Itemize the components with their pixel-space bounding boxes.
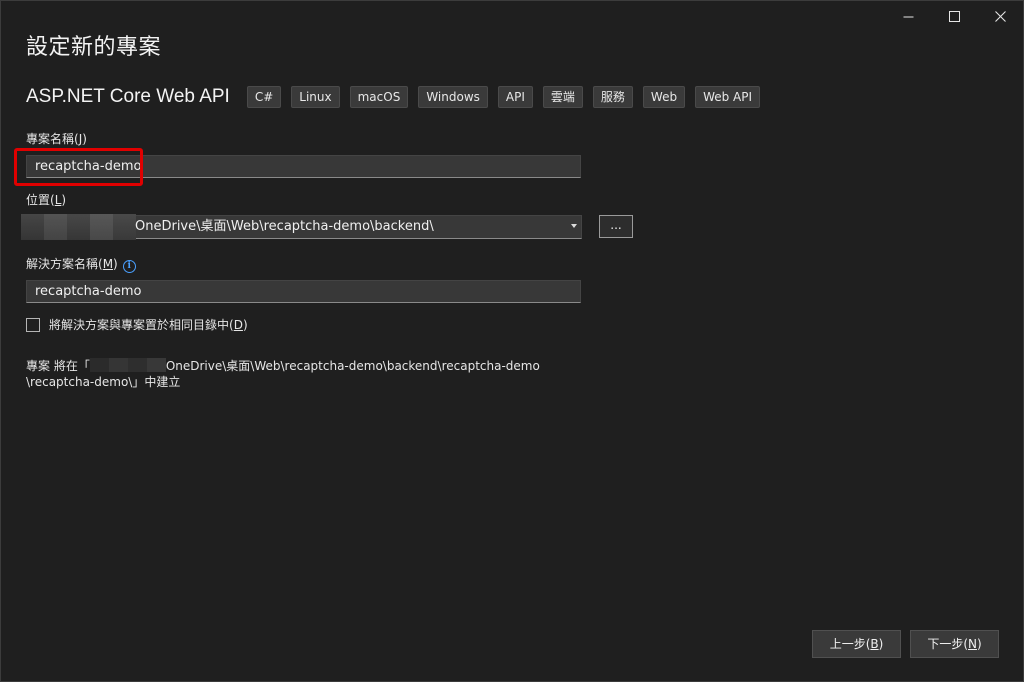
summary-path: OneDrive\桌面\Web\recaptcha-demo\backend\r…	[165, 359, 540, 373]
same-directory-option[interactable]: 將解決方案與專案置於相同目錄中(D)	[26, 316, 248, 333]
button-label: )	[878, 637, 884, 651]
tag: 服務	[592, 86, 633, 108]
close-icon	[994, 10, 1006, 22]
button-label: )	[976, 637, 982, 651]
minimize-button[interactable]	[885, 1, 931, 31]
accelerator-key: M	[102, 257, 114, 271]
label-text: )	[242, 318, 248, 332]
location-combobox[interactable]: OneDrive\桌面\Web\recaptcha-demo\backend\	[21, 214, 582, 240]
accelerator-key: D	[233, 318, 243, 332]
project-location-summary: 專案 將在「 OneDrive\桌面\Web\recaptcha-demo\bac…	[26, 358, 586, 390]
project-name-label: 專案名稱(J)	[26, 130, 87, 147]
dialog-window: 設定新的專案 ASP.NET Core Web API C# Linux mac…	[0, 0, 1024, 682]
accelerator-key: N	[968, 637, 977, 651]
close-button[interactable]	[977, 1, 1023, 31]
template-name: ASP.NET Core Web API	[26, 86, 230, 107]
same-directory-checkbox[interactable]	[26, 317, 40, 332]
tag: Linux	[291, 86, 340, 108]
tag: Windows	[418, 86, 488, 108]
solution-name-input[interactable]: recaptcha-demo	[26, 280, 581, 303]
tag: C#	[246, 86, 282, 108]
next-button[interactable]: 下一步(N)	[910, 630, 999, 658]
summary-path-end: \recaptcha-demo\」中建立	[26, 375, 181, 389]
redacted-path	[89, 358, 166, 372]
highlight-annotation	[14, 148, 143, 186]
chevron-down-icon[interactable]	[571, 224, 577, 228]
window-controls	[885, 1, 1023, 31]
label-text: )	[82, 132, 87, 146]
redacted-path	[21, 214, 136, 240]
summary-prefix: 專案 將在「	[26, 359, 90, 373]
tag: Web	[642, 86, 686, 108]
maximize-icon	[948, 10, 960, 22]
maximize-button[interactable]	[931, 1, 977, 31]
tag: Web API	[695, 86, 761, 108]
info-icon[interactable]: i	[122, 260, 136, 273]
location-label: 位置(L)	[26, 191, 66, 208]
label-text: 解決方案名稱(	[26, 257, 103, 271]
label-text: 專案名稱(	[26, 132, 79, 146]
button-label: 上一步(	[829, 637, 871, 651]
tag: macOS	[349, 86, 409, 108]
template-tags: C# Linux macOS Windows API 雲端 服務 Web Web…	[246, 86, 761, 108]
dialog-title: 設定新的專案	[26, 35, 162, 60]
accelerator-key: B	[870, 637, 879, 651]
minimize-icon	[903, 16, 913, 17]
label-text: )	[61, 193, 67, 207]
checkbox-label: 將解決方案與專案置於相同目錄中(D)	[49, 316, 248, 333]
label-text: )	[113, 257, 118, 271]
browse-button[interactable]: ...	[599, 215, 633, 238]
label-text: 位置(	[26, 193, 55, 207]
template-header: ASP.NET Core Web API C# Linux macOS Wind…	[26, 86, 761, 108]
tag: 雲端	[542, 86, 583, 108]
button-label: 下一步(	[927, 637, 968, 651]
tag: API	[497, 86, 533, 108]
label-text: 將解決方案與專案置於相同目錄中(	[49, 318, 234, 332]
location-value: OneDrive\桌面\Web\recaptcha-demo\backend\	[135, 219, 434, 234]
solution-name-label: 解決方案名稱(M) i	[26, 255, 136, 273]
back-button[interactable]: 上一步(B)	[812, 630, 901, 658]
